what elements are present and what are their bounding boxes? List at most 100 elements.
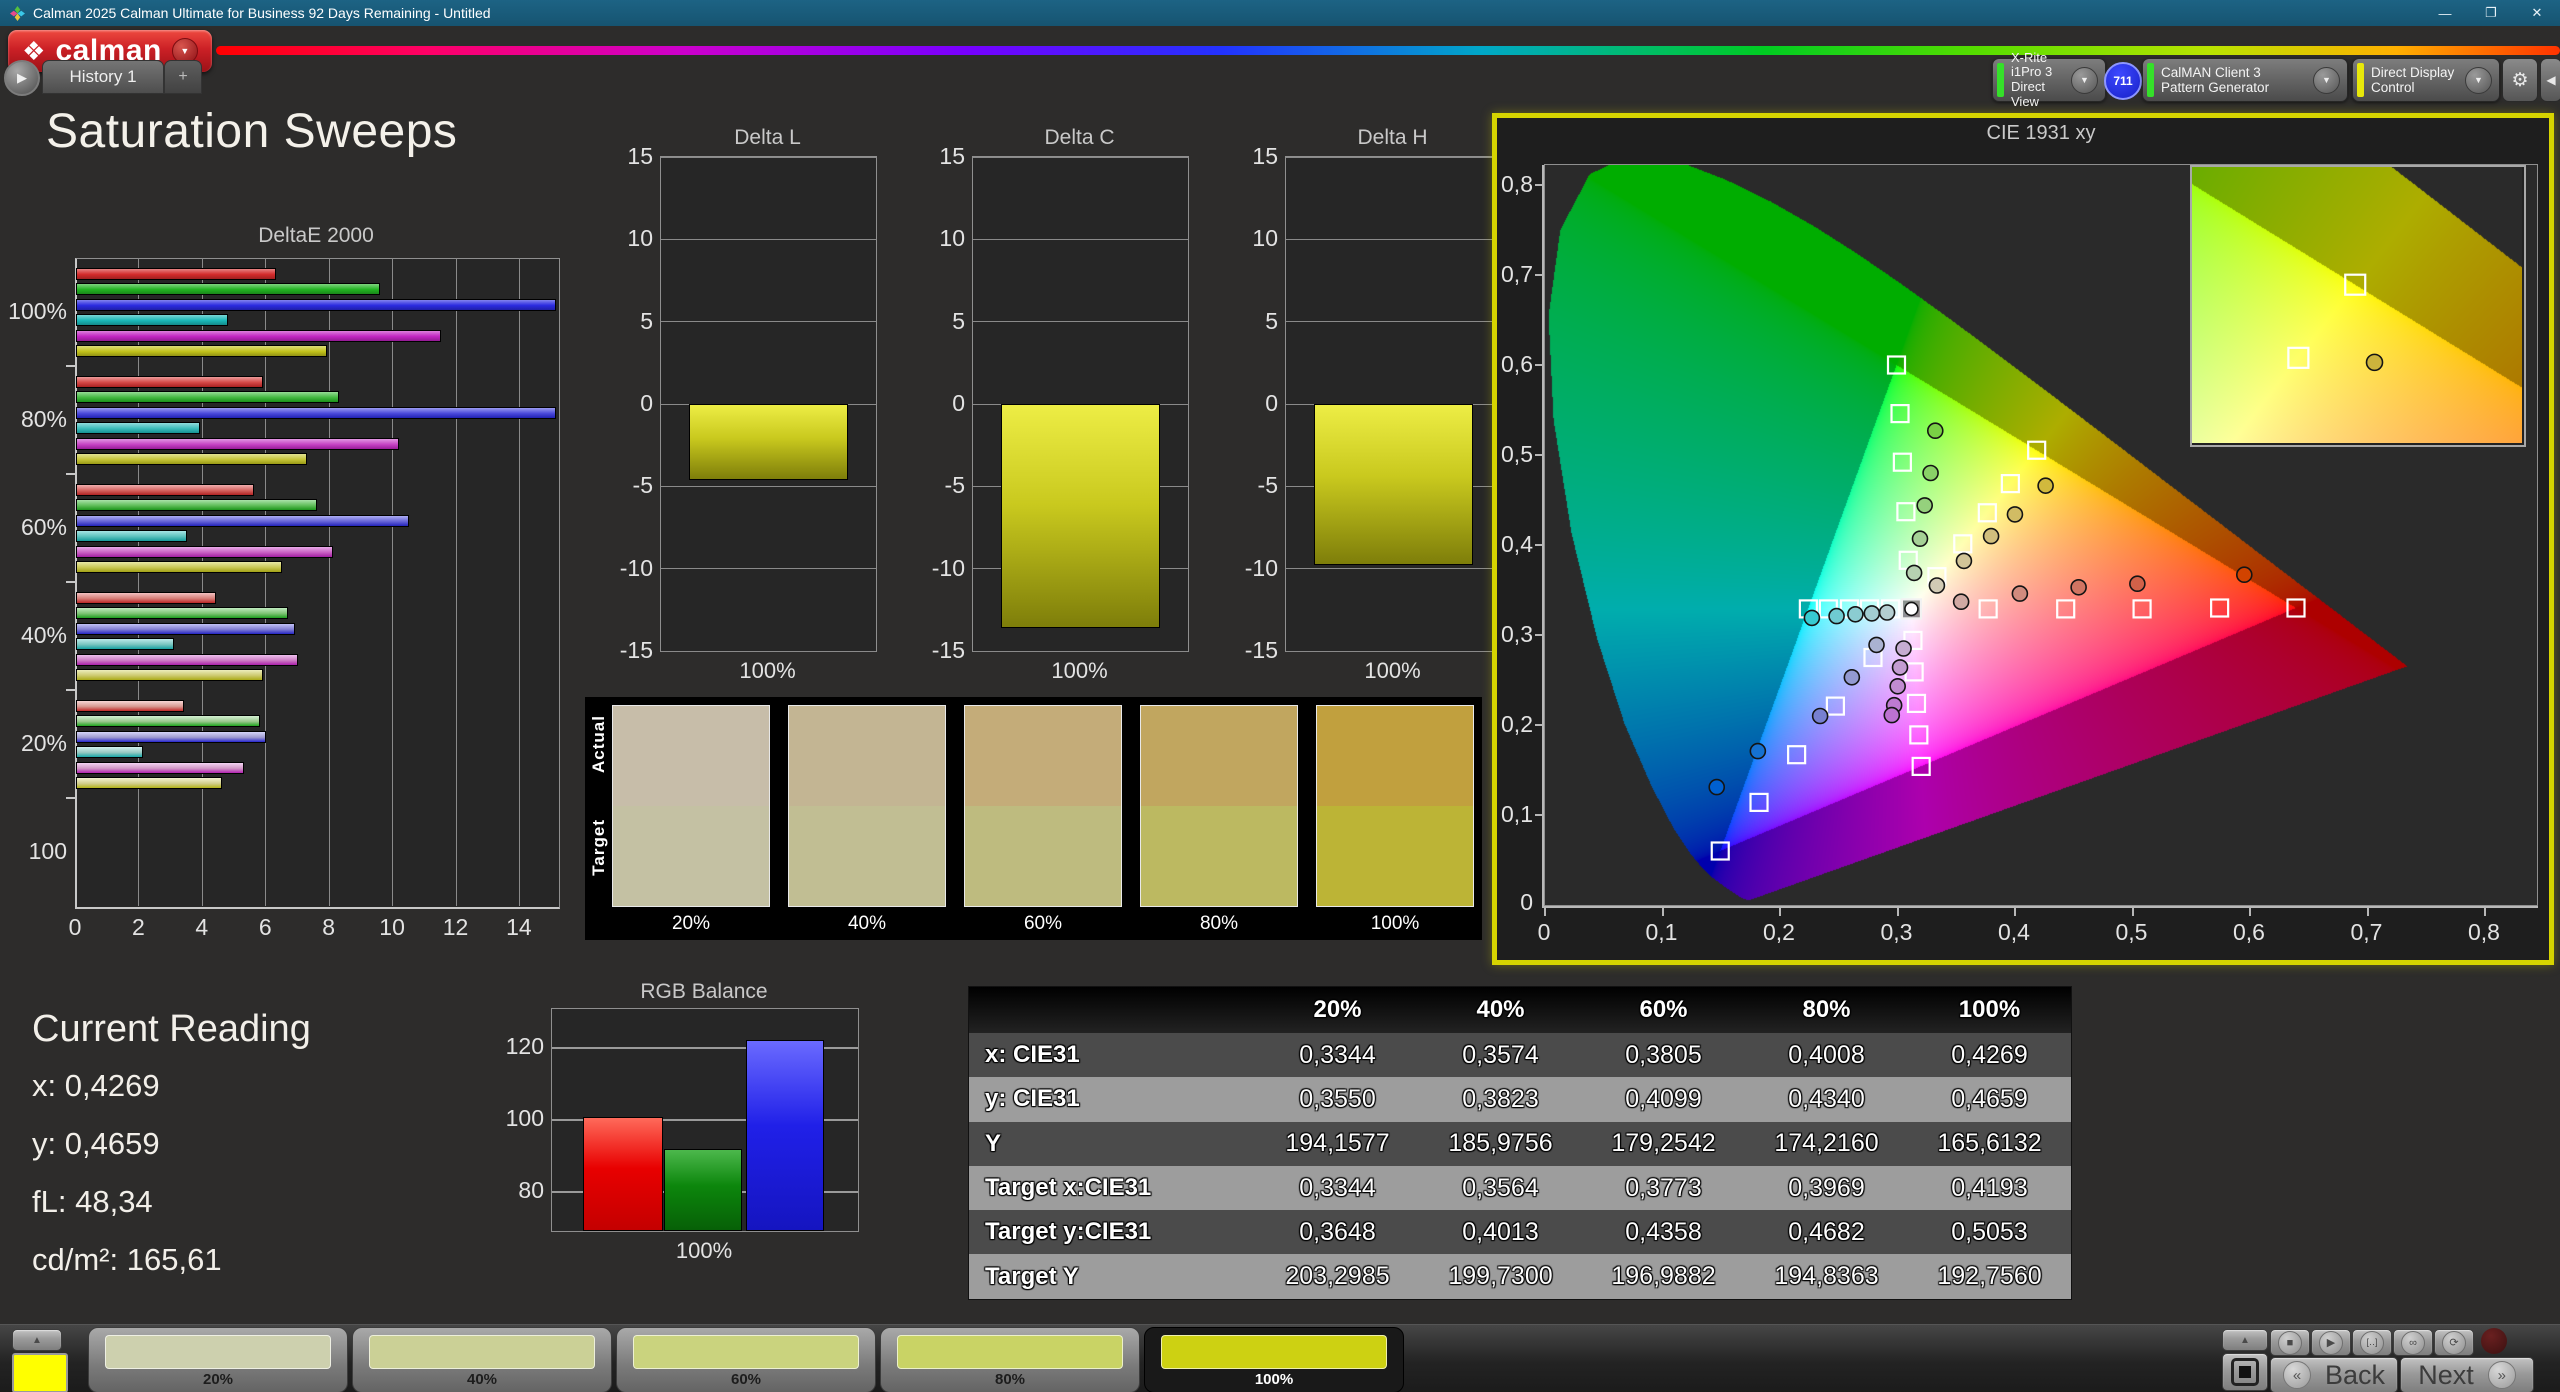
chevron-down-icon[interactable]: ▼ — [2465, 67, 2492, 94]
x-tick-label: 6 — [245, 914, 285, 941]
pattern-window-toggle-button[interactable] — [2222, 1353, 2268, 1391]
y-tick-label: -10 — [921, 555, 965, 582]
y-tick-label: -15 — [609, 637, 653, 664]
stop-button[interactable]: ■ — [2270, 1329, 2310, 1356]
table-value-cell: 199,7300 — [1419, 1254, 1582, 1298]
add-tab-button[interactable]: + — [164, 60, 202, 94]
table-header-cell: 80% — [1745, 987, 1908, 1033]
pattern-button-60%[interactable]: 60% — [616, 1327, 876, 1392]
y-tick — [66, 797, 75, 799]
x-tick-label: 12 — [436, 914, 476, 941]
table-value-cell: 0,4659 — [1908, 1077, 2071, 1121]
table-value-cell: 0,3564 — [1419, 1166, 1582, 1210]
rgb-balance-plot — [551, 1008, 859, 1232]
table-value-cell: 0,4269 — [1908, 1033, 2071, 1077]
y-tick-label: -15 — [921, 637, 965, 664]
collapse-panel-button[interactable]: ◀ — [2540, 58, 2560, 102]
table-row: y: CIE310,35500,38230,40990,43400,4659 — [969, 1077, 2071, 1121]
delta-c-plot: 151050-5-10-15 — [972, 156, 1189, 652]
pattern-button-swatch — [1161, 1335, 1387, 1369]
meter-select-dropdown[interactable]: X-Rite i1Pro 3 Direct View ▼ — [1992, 58, 2106, 102]
pattern-button-swatch — [633, 1335, 859, 1369]
loop-button[interactable]: ∞ — [2393, 1329, 2433, 1356]
rgb-bar-green — [664, 1149, 742, 1231]
rgb-bar-red — [583, 1117, 663, 1231]
current-pattern-swatch[interactable] — [12, 1353, 68, 1392]
swatch-percent-label: 20% — [612, 913, 770, 935]
refresh-button[interactable]: ⟳ — [2434, 1329, 2474, 1356]
y-tick-label: 15 — [1234, 143, 1278, 170]
table-header-cell: 100% — [1908, 987, 2071, 1033]
actual-swatch — [788, 705, 946, 806]
delta-l-xlabel: 100% — [660, 658, 875, 684]
table-value-cell: 0,4682 — [1745, 1210, 1908, 1254]
settings-button[interactable]: ⚙ — [2502, 58, 2538, 102]
maximize-icon[interactable]: ❐ — [2468, 0, 2514, 26]
pattern-button-100%[interactable]: 100% — [1144, 1327, 1404, 1392]
delta-h-title: Delta H — [1285, 126, 1500, 150]
pattern-button-swatch — [369, 1335, 595, 1369]
pattern-button-80%[interactable]: 80% — [880, 1327, 1140, 1392]
app-icon — [10, 6, 25, 21]
pattern-panel-up-button[interactable]: ▲ — [12, 1329, 62, 1351]
table-value-cell: 0,3574 — [1419, 1033, 1582, 1077]
chevron-down-icon[interactable]: ▼ — [2071, 67, 2098, 94]
gridline — [1286, 157, 1501, 158]
deltae-chart-title: DeltaE 2000 — [75, 224, 557, 248]
play-button[interactable]: ▶ — [2311, 1329, 2351, 1356]
table-value-cell: 0,3823 — [1419, 1077, 1582, 1121]
y-tick-label: 10 — [921, 225, 965, 252]
minimize-icon[interactable]: — — [2422, 0, 2468, 26]
gridline — [661, 321, 876, 322]
y-tick — [66, 689, 75, 691]
y-tick-label: 5 — [921, 308, 965, 335]
y-tick-label: 5 — [1234, 308, 1278, 335]
table-value-cell: 196,9882 — [1582, 1254, 1745, 1298]
meter-delay-badge[interactable]: 711 — [2104, 62, 2142, 100]
table-row-label: Target x:CIE31 — [969, 1166, 1256, 1210]
display-control-dropdown[interactable]: Direct Display Control ▼ — [2352, 58, 2500, 102]
pattern-button-label: 80% — [881, 1371, 1139, 1388]
pattern-generator-dropdown[interactable]: CalMAN Client 3 Pattern Generator ▼ — [2142, 58, 2348, 102]
pattern-button-20%[interactable]: 20% — [88, 1327, 348, 1392]
delta_h-bar — [1314, 404, 1473, 565]
chevron-down-icon[interactable]: ▼ — [2313, 67, 2340, 94]
nav-panel-up-button[interactable]: ▲ — [2222, 1329, 2268, 1351]
table-row-label: x: CIE31 — [969, 1033, 1256, 1077]
table-row: Y194,1577185,9756179,2542174,2160165,613… — [969, 1122, 2071, 1166]
pattern-button-40%[interactable]: 40% — [352, 1327, 612, 1392]
y-tick-label: 15 — [921, 143, 965, 170]
table-header-row: 20%40%60%80%100% — [969, 987, 2071, 1033]
y-group-label: 20% — [0, 730, 67, 757]
pattern-bar: ▲ ▲ ■ ▶ [‥] ∞ ⟳ « Back Next » 20%40%60% 8… — [0, 1324, 2560, 1392]
table-header-cell: 40% — [1419, 987, 1582, 1033]
table-value-cell: 0,4008 — [1745, 1033, 1908, 1077]
tab-history-1[interactable]: History 1 — [42, 60, 164, 94]
step-button[interactable]: [‥] — [2352, 1329, 2392, 1356]
target-swatch — [1140, 806, 1298, 907]
calman-app-window: Calman 2025 Calman Ultimate for Business… — [0, 0, 2560, 1392]
swatch-percent-label: 80% — [1140, 913, 1298, 935]
gridline — [1286, 568, 1501, 569]
table-row-label: Y — [969, 1122, 1256, 1166]
target-swatch — [1316, 806, 1474, 907]
x-tick-label: 14 — [499, 914, 539, 941]
gear-icon: ⚙ — [2511, 69, 2528, 92]
current-reading-cdm2: cd/m²: 165,61 — [32, 1242, 222, 1278]
pattern-window-icon — [2231, 1358, 2259, 1386]
table-value-cell: 194,1577 — [1256, 1122, 1419, 1166]
next-button[interactable]: Next » — [2400, 1357, 2534, 1392]
workflow-arrow-button[interactable]: ▶ — [4, 60, 40, 96]
y-group-label: 100 — [0, 838, 67, 865]
target-swatch — [788, 806, 946, 907]
back-chevrons-icon: « — [2283, 1361, 2311, 1389]
y-tick-label: 80 — [496, 1177, 544, 1204]
table-value-cell: 0,4340 — [1745, 1077, 1908, 1121]
close-icon[interactable]: ✕ — [2514, 0, 2560, 26]
back-button[interactable]: « Back — [2270, 1357, 2398, 1392]
y-group-label: 60% — [0, 514, 67, 541]
table-value-cell: 0,5053 — [1908, 1210, 2071, 1254]
cie-chart-panel-selected[interactable] — [1492, 113, 2554, 965]
y-tick-label: 0 — [609, 390, 653, 417]
y-tick — [66, 473, 75, 475]
